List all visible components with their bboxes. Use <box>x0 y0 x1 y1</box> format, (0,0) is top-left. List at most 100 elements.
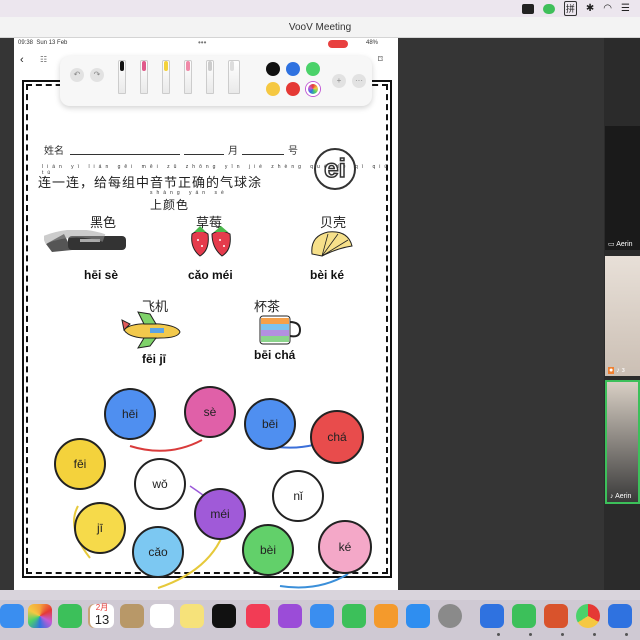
dock-running-dot <box>561 633 564 636</box>
markup-toolbar: ↶ ↷ + ··· <box>60 56 372 106</box>
screen-share-icon: ▭ <box>608 241 615 248</box>
zoom-icon[interactable] <box>608 604 632 628</box>
more-button[interactable]: ··· <box>352 74 366 88</box>
calendar-month: 2月 <box>95 603 109 612</box>
name-label: 姓名 <box>44 146 64 157</box>
notes-icon[interactable] <box>180 604 204 628</box>
participant-tile-2[interactable]: ● ♪ з <box>605 256 640 376</box>
month-label: 月 <box>228 146 238 157</box>
color-swatch-blue[interactable] <box>286 62 300 76</box>
numbers-icon[interactable] <box>342 604 366 628</box>
color-swatch-red[interactable] <box>286 82 300 96</box>
balloon-label: nǐ <box>293 489 303 503</box>
day-line <box>242 154 284 155</box>
airplane-image <box>120 310 184 350</box>
balloon-bei-1[interactable]: bēi <box>244 398 296 450</box>
highlighter-tool[interactable] <box>162 60 170 94</box>
bluetooth-icon[interactable]: ✱ <box>586 3 594 14</box>
voov-icon[interactable] <box>480 604 504 628</box>
app-store-icon[interactable] <box>0 604 24 628</box>
list-icon[interactable]: ☷ <box>40 55 47 64</box>
tea-cup-image <box>256 312 302 346</box>
participant-tile-3[interactable]: ♪ Aerin <box>605 380 640 504</box>
participant-name: ● ♪ з <box>608 367 625 374</box>
balloon-mei[interactable]: méi <box>194 488 246 540</box>
wifi-icon[interactable]: ◠ <box>603 3 612 14</box>
month-line <box>184 154 224 155</box>
instruction-text: 连一连，给每组中音节正确的气球涂 <box>38 175 263 190</box>
balloon-label: fēi <box>73 457 87 471</box>
ipad-time: 09:38 Sun 13 Feb <box>18 40 68 46</box>
balloon-cao[interactable]: cǎo <box>132 526 184 578</box>
balloon-ni[interactable]: nǐ <box>272 470 324 522</box>
pen-tool[interactable] <box>118 60 126 94</box>
seashell-image <box>308 228 354 258</box>
name-line <box>70 154 180 155</box>
mic-icon: ♪ <box>616 367 620 374</box>
reminders-icon[interactable] <box>150 604 174 628</box>
video-record-icon[interactable] <box>521 3 534 14</box>
pages-icon[interactable] <box>374 604 398 628</box>
participant-tile-1[interactable]: ▭ Aerin <box>605 126 640 250</box>
powerpoint-icon[interactable] <box>544 604 568 628</box>
calendar-day: 13 <box>94 612 110 627</box>
dock-running-dot <box>625 633 628 636</box>
window-title: VooV Meeting <box>0 17 640 38</box>
balloon-hei[interactable]: hēi <box>104 388 156 440</box>
menu-bar: 拼 ✱ ◠ ☰ <box>0 0 640 17</box>
back-icon[interactable]: ‹ <box>20 54 24 66</box>
calendar-icon[interactable]: 2月 13 <box>90 604 114 628</box>
dock-running-dot <box>497 633 500 636</box>
balloon-bei-2[interactable]: bèi <box>242 524 294 576</box>
color-swatch-black[interactable] <box>266 62 280 76</box>
facetime-icon[interactable] <box>58 604 82 628</box>
photos-icon[interactable] <box>28 604 52 628</box>
marker-tool[interactable] <box>140 60 148 94</box>
multitask-dots[interactable]: ••• <box>198 38 206 47</box>
eraser-tool[interactable] <box>184 60 192 94</box>
participant-name: ♪ Aerin <box>610 493 632 500</box>
participant-name: ▭ Aerin <box>608 241 633 248</box>
line-app-icon[interactable] <box>542 3 555 14</box>
line-icon[interactable] <box>512 604 536 628</box>
color-swatch-green[interactable] <box>306 62 320 76</box>
balloon-label: chá <box>327 430 347 444</box>
finder-icon[interactable] <box>120 604 144 628</box>
balloon-cha[interactable]: chá <box>310 410 364 464</box>
recording-indicator <box>328 40 348 48</box>
marker-pen-image <box>42 229 130 254</box>
ruler-tool[interactable] <box>228 60 240 94</box>
dock: 2月 13 <box>0 600 640 640</box>
balloon-label: bēi <box>261 417 278 431</box>
instruction-text-2: 上颜色 <box>150 198 190 212</box>
control-center-icon[interactable]: ☰ <box>621 3 630 14</box>
podcasts-icon[interactable] <box>278 604 302 628</box>
undo-button[interactable]: ↶ <box>70 68 84 82</box>
balloon-wo[interactable]: wǒ <box>134 458 186 510</box>
battery-indicator: 48% <box>366 40 379 46</box>
balloon-label: wǒ <box>152 477 168 491</box>
bookmark-icon[interactable]: ⌑ <box>378 54 383 65</box>
balloon-se[interactable]: sè <box>184 386 236 438</box>
shared-screen: 09:38 Sun 13 Feb ••• 48% ‹ ☷ ⊙ ⌑ 姓名 月 号 … <box>14 38 398 590</box>
color-picker-icon[interactable] <box>306 82 320 96</box>
balloon-ji[interactable]: jī <box>74 502 126 554</box>
redo-button[interactable]: ↷ <box>90 68 104 82</box>
balloon-label: hēi <box>121 407 138 421</box>
color-swatch-yellow[interactable] <box>266 82 280 96</box>
chrome-icon[interactable] <box>576 604 600 628</box>
add-button[interactable]: + <box>332 74 346 88</box>
app-store-2-icon[interactable] <box>406 604 430 628</box>
pencil-tool[interactable] <box>206 60 214 94</box>
music-icon[interactable] <box>246 604 270 628</box>
word-py-5: bēi chá <box>254 348 296 362</box>
input-method-icon[interactable]: 拼 <box>563 1 577 16</box>
apple-tv-icon[interactable] <box>212 604 236 628</box>
day-label: 号 <box>288 146 298 157</box>
balloon-fei[interactable]: fēi <box>54 438 106 490</box>
balloon-ke[interactable]: ké <box>318 520 372 574</box>
keynote-icon[interactable] <box>310 604 334 628</box>
system-preferences-icon[interactable] <box>438 604 462 628</box>
worksheet: 姓名 月 号 lián yì lián gěi měi zǔ zhōng yīn… <box>18 78 394 590</box>
balloon-label: sè <box>203 405 217 419</box>
